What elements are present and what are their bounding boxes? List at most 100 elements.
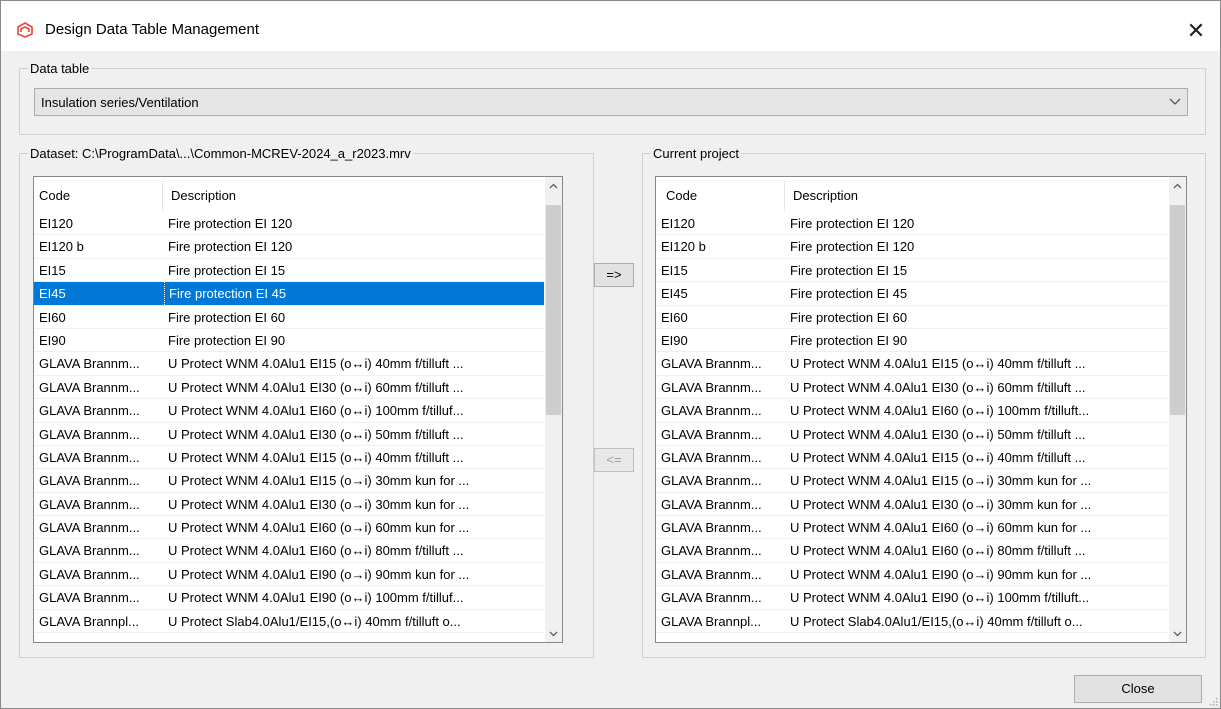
cell-description: Fire protection EI 45 (790, 286, 908, 302)
data-table-select[interactable]: Insulation series/Ventilation (34, 88, 1188, 116)
current-project-scrollbar[interactable] (1169, 177, 1186, 642)
table-row[interactable]: EI120 Fire protection EI 120 (34, 212, 544, 236)
cell-description: U Protect WNM 4.0Alu1 EI30 (o↔i) 60mm f/… (168, 379, 464, 395)
column-header-code[interactable]: Code (39, 188, 70, 203)
column-header-description[interactable]: Description (171, 188, 236, 203)
table-row[interactable]: GLAVA Brannm... U Protect WNM 4.0Alu1 EI9… (656, 563, 1168, 587)
table-row[interactable]: GLAVA Brannm... U Protect WNM 4.0Alu1 EI3… (656, 423, 1168, 446)
dataset-label: Dataset: C:\ProgramData\...\Common-MCREV… (30, 146, 411, 161)
cell-code: GLAVA Brannm... (661, 496, 762, 512)
close-button[interactable]: Close (1074, 675, 1202, 703)
cell-code: EI120 (39, 216, 73, 231)
table-row[interactable]: GLAVA Brannm... U Protect WNM 4.0Alu1 EI9… (656, 586, 1168, 610)
remove-from-project-button[interactable]: <= (594, 448, 634, 472)
data-table-label: Data table (30, 61, 90, 76)
table-row[interactable]: EI90 Fire protection EI 90 (656, 329, 1168, 353)
table-row[interactable]: GLAVA Brannm... U Protect WNM 4.0Alu1 EI6… (34, 399, 544, 423)
cell-description: U Protect WNM 4.0Alu1 EI15 (o↔i) 40mm f/… (790, 449, 1086, 465)
cell-description: U Protect WNM 4.0Alu1 EI15 (o↔i) 40mm f/… (168, 449, 464, 465)
cell-code: GLAVA Brannm... (661, 356, 762, 372)
cell-description: Fire protection EI 15 (168, 262, 286, 278)
table-row[interactable]: EI45 Fire protection EI 45 (656, 282, 1168, 306)
cell-description: U Protect Slab4.0Alu1/EI15,(o↔i) 40mm f/… (168, 613, 461, 629)
table-row[interactable]: GLAVA Brannm... U Protect WNM 4.0Alu1 EI9… (34, 586, 544, 610)
cell-description: U Protect WNM 4.0Alu1 EI90 (o↔i) 100mm f… (790, 590, 1090, 606)
list-header: Code Description (656, 177, 1168, 212)
table-row[interactable]: GLAVA Brannm... U Protect WNM 4.0Alu1 EI6… (34, 516, 544, 540)
table-row[interactable]: GLAVA Brannpl... U Protect Slab4.0Alu1/EI… (656, 610, 1168, 634)
table-row[interactable]: GLAVA Brannm... U Protect WNM 4.0Alu1 EI1… (34, 446, 544, 470)
cell-description: U Protect Slab4.0Alu1/EI15,(o↔i) 40mm f/… (790, 613, 1083, 629)
table-row[interactable]: GLAVA Brannm... U Protect WNM 4.0Alu1 EI3… (656, 376, 1168, 400)
table-row[interactable]: GLAVA Brannm... U Protect WNM 4.0Alu1 EI3… (34, 493, 544, 517)
table-row[interactable]: GLAVA Brannm... U Protect WNM 4.0Alu1 EI1… (34, 469, 544, 493)
cell-description: Fire protection EI 90 (168, 332, 286, 348)
cell-description: Fire protection EI 120 (790, 216, 915, 231)
cell-description: U Protect WNM 4.0Alu1 EI90 (o↔i) 100mm f… (168, 590, 464, 606)
cell-description: Fire protection EI 45 (164, 282, 540, 306)
scroll-up-icon[interactable] (545, 177, 562, 194)
resize-grip-icon[interactable] (1208, 696, 1218, 706)
current-project-rows: EI120 Fire protection EI 120 EI120 b Fire p… (656, 212, 1168, 634)
cell-description: U Protect WNM 4.0Alu1 EI30 (o→i) 30mm ku… (168, 496, 470, 512)
table-row[interactable]: GLAVA Brannm... U Protect WNM 4.0Alu1 EI1… (656, 352, 1168, 376)
cell-code: GLAVA Brannm... (39, 426, 140, 442)
table-row[interactable]: EI45 Fire protection EI 45 (34, 282, 544, 306)
cell-code: EI15 (39, 262, 66, 278)
cell-description: U Protect WNM 4.0Alu1 EI60 (o→i) 60mm ku… (790, 520, 1092, 536)
cell-code: GLAVA Brannpl... (661, 613, 761, 629)
cell-code: GLAVA Brannm... (39, 449, 140, 465)
cell-code: GLAVA Brannm... (39, 473, 140, 489)
cell-description: Fire protection EI 15 (790, 262, 908, 278)
table-row[interactable]: GLAVA Brannm... U Protect WNM 4.0Alu1 EI6… (656, 516, 1168, 540)
cell-code: GLAVA Brannm... (39, 379, 140, 395)
dataset-rows: EI120 Fire protection EI 120 EI120 b Fire p… (34, 212, 544, 634)
scrollbar-thumb[interactable] (546, 205, 561, 415)
column-divider[interactable] (162, 181, 163, 211)
table-row[interactable]: GLAVA Brannm... U Protect WNM 4.0Alu1 EI6… (656, 539, 1168, 563)
table-row[interactable]: GLAVA Brannm... U Protect WNM 4.0Alu1 EI1… (656, 446, 1168, 470)
table-row[interactable]: EI120 Fire protection EI 120 (656, 212, 1168, 236)
table-row[interactable]: GLAVA Brannm... U Protect WNM 4.0Alu1 EI3… (34, 376, 544, 400)
table-row[interactable]: GLAVA Brannm... U Protect WNM 4.0Alu1 EI1… (656, 469, 1168, 493)
table-row[interactable]: GLAVA Brannpl... U Protect Slab4.0Alu1/EI… (34, 610, 544, 634)
cell-description: U Protect WNM 4.0Alu1 EI30 (o↔i) 60mm f/… (790, 379, 1086, 395)
table-row[interactable]: EI15 Fire protection EI 15 (34, 259, 544, 283)
table-row[interactable]: GLAVA Brannm... U Protect WNM 4.0Alu1 EI3… (34, 423, 544, 446)
cell-description: U Protect WNM 4.0Alu1 EI60 (o↔i) 80mm f/… (168, 543, 464, 559)
column-divider[interactable] (784, 181, 785, 211)
cell-description: U Protect WNM 4.0Alu1 EI15 (o↔i) 40mm f/… (790, 356, 1086, 372)
cell-code: GLAVA Brannm... (661, 520, 762, 536)
cell-code: GLAVA Brannm... (39, 566, 140, 582)
table-row[interactable]: EI120 b Fire protection EI 120 (656, 235, 1168, 259)
cell-description: Fire protection EI 90 (790, 332, 908, 348)
table-row[interactable]: EI60 Fire protection EI 60 (656, 306, 1168, 329)
scrollbar-thumb[interactable] (1170, 205, 1185, 415)
cell-code: EI60 (661, 309, 688, 325)
data-table-value: Insulation series/Ventilation (41, 95, 199, 110)
scroll-down-icon[interactable] (545, 625, 562, 642)
dataset-list[interactable]: Code Description EI120 Fire protection EI… (33, 176, 563, 643)
table-row[interactable]: EI90 Fire protection EI 90 (34, 329, 544, 353)
cell-description: U Protect WNM 4.0Alu1 EI60 (o→i) 60mm ku… (168, 520, 470, 536)
title-bar[interactable]: Design Data Table Management ✕ (1, 1, 1220, 51)
table-row[interactable]: GLAVA Brannm... U Protect WNM 4.0Alu1 EI6… (34, 539, 544, 563)
table-row[interactable]: GLAVA Brannm... U Protect WNM 4.0Alu1 EI6… (656, 399, 1168, 423)
column-header-code[interactable]: Code (666, 188, 697, 203)
table-row[interactable]: EI120 b Fire protection EI 120 (34, 235, 544, 259)
add-to-project-button[interactable]: => (594, 263, 634, 287)
close-icon[interactable]: ✕ (1176, 11, 1216, 51)
cell-code: GLAVA Brannm... (661, 426, 762, 442)
cell-description: U Protect WNM 4.0Alu1 EI15 (o→i) 30mm ku… (168, 473, 470, 489)
column-header-description[interactable]: Description (793, 188, 858, 203)
current-project-list[interactable]: Code Description EI120 Fire protection EI… (655, 176, 1187, 643)
scroll-down-icon[interactable] (1169, 625, 1186, 642)
table-row[interactable]: GLAVA Brannm... U Protect WNM 4.0Alu1 EI1… (34, 352, 544, 376)
table-row[interactable]: EI15 Fire protection EI 15 (656, 259, 1168, 283)
table-row[interactable]: EI60 Fire protection EI 60 (34, 306, 544, 329)
table-row[interactable]: GLAVA Brannm... U Protect WNM 4.0Alu1 EI9… (34, 563, 544, 587)
cell-code: EI15 (661, 262, 688, 278)
scroll-up-icon[interactable] (1169, 177, 1186, 194)
dataset-scrollbar[interactable] (545, 177, 562, 642)
table-row[interactable]: GLAVA Brannm... U Protect WNM 4.0Alu1 EI3… (656, 493, 1168, 517)
